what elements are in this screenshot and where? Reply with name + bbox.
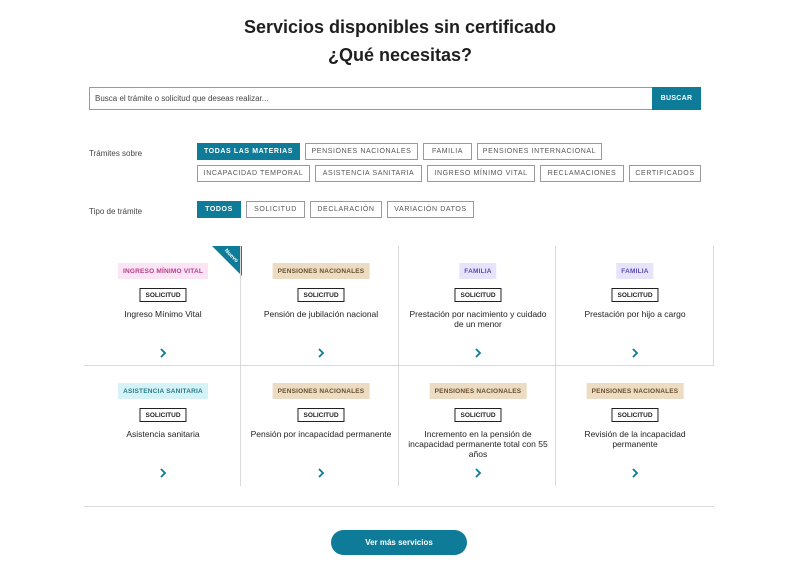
filter-chip-materia[interactable]: Familia bbox=[423, 143, 472, 160]
chevron-right-icon[interactable] bbox=[156, 346, 170, 360]
filter-chip-materia[interactable]: Pensiones internacional bbox=[477, 143, 602, 160]
show-more-button[interactable]: Ver más servicios bbox=[331, 530, 467, 555]
category-badge: PENSIONES NACIONALES bbox=[586, 383, 684, 399]
grid-divider bbox=[84, 365, 714, 366]
materias-filter-label: Trámites sobre bbox=[89, 149, 143, 158]
new-ribbon: Nuevo bbox=[212, 246, 242, 276]
filter-chip-materia[interactable]: Reclamaciones bbox=[540, 165, 624, 182]
filter-chip-tipo[interactable]: Variación datos bbox=[387, 201, 474, 218]
filter-chip-materia[interactable]: Todas las materias bbox=[197, 143, 300, 160]
filter-chip-tipo[interactable]: Solicitud bbox=[246, 201, 305, 218]
service-card[interactable]: PENSIONES NACIONALES SOLICITUD Pensión por… bbox=[242, 366, 400, 486]
chevron-right-icon[interactable] bbox=[314, 346, 328, 360]
grid-divider bbox=[713, 246, 714, 366]
service-card[interactable]: INGRESO MÍNIMO VITAL SOLICITUD Ingreso Mín… bbox=[84, 246, 242, 366]
category-badge: FAMILIA bbox=[459, 263, 497, 279]
tipo-filter-label: Tipo de trámite bbox=[89, 207, 143, 216]
filter-chip-materia[interactable]: Ingreso mínimo vital bbox=[427, 165, 535, 182]
type-badge: SOLICITUD bbox=[611, 408, 659, 422]
filter-chip-materia[interactable]: Incapacidad temporal bbox=[197, 165, 310, 182]
category-badge: ASISTENCIA SANITARIA bbox=[118, 383, 208, 399]
search-input[interactable] bbox=[89, 87, 653, 110]
search-button[interactable]: BUSCAR bbox=[652, 87, 701, 110]
grid-divider bbox=[555, 246, 556, 486]
type-badge: SOLICITUD bbox=[454, 288, 502, 302]
service-card[interactable]: FAMILIA SOLICITUD Prestación por nacimient… bbox=[399, 246, 557, 366]
page-title: Servicios disponibles sin certificado bbox=[243, 17, 557, 37]
type-badge: SOLICITUD bbox=[139, 288, 187, 302]
service-name: Prestación por nacimiento y cuidado de u… bbox=[409, 309, 547, 329]
service-name: Revisión de la incapacidad permanente bbox=[584, 429, 686, 449]
type-badge: SOLICITUD bbox=[611, 288, 659, 302]
services-grid: INGRESO MÍNIMO VITAL SOLICITUD Ingreso Mín… bbox=[84, 246, 714, 486]
chevron-right-icon[interactable] bbox=[471, 466, 485, 480]
grid-divider bbox=[398, 246, 399, 486]
type-badge: SOLICITUD bbox=[454, 408, 502, 422]
service-card[interactable]: PENSIONES NACIONALES SOLICITUD Incremento … bbox=[399, 366, 557, 486]
type-badge: SOLICITUD bbox=[297, 408, 345, 422]
service-name: Asistencia sanitaria bbox=[126, 429, 200, 439]
category-badge: FAMILIA bbox=[616, 263, 654, 279]
filter-chip-tipo[interactable]: Declaración bbox=[310, 201, 382, 218]
filter-chip-materia[interactable]: Pensiones nacionales bbox=[305, 143, 418, 160]
service-card[interactable]: FAMILIA SOLICITUD Prestación por hijo a ca… bbox=[556, 246, 714, 366]
chevron-right-icon[interactable] bbox=[628, 346, 642, 360]
category-badge: PENSIONES NACIONALES bbox=[429, 383, 527, 399]
filter-chip-materia[interactable]: Asistencia sanitaria bbox=[315, 165, 422, 182]
service-card[interactable]: ASISTENCIA SANITARIA SOLICITUD Asistencia … bbox=[84, 366, 242, 486]
service-name: Pensión por incapacidad permanente bbox=[250, 429, 392, 439]
chevron-right-icon[interactable] bbox=[471, 346, 485, 360]
section-divider bbox=[84, 506, 714, 507]
service-card[interactable]: PENSIONES NACIONALES SOLICITUD Revisión de… bbox=[556, 366, 714, 486]
type-badge: SOLICITUD bbox=[297, 288, 345, 302]
filter-chip-materia[interactable]: Certificados bbox=[629, 165, 701, 182]
category-badge: PENSIONES NACIONALES bbox=[272, 263, 370, 279]
category-badge: PENSIONES NACIONALES bbox=[272, 383, 370, 399]
category-badge: INGRESO MÍNIMO VITAL bbox=[117, 263, 209, 279]
page-subtitle: ¿Qué necesitas? bbox=[327, 45, 473, 65]
chevron-right-icon[interactable] bbox=[314, 466, 328, 480]
filter-chip-tipo[interactable]: Todos bbox=[197, 201, 241, 218]
service-card[interactable]: PENSIONES NACIONALES SOLICITUD Pensión de … bbox=[242, 246, 400, 366]
service-name: Ingreso Mínimo Vital bbox=[124, 309, 202, 319]
chevron-right-icon[interactable] bbox=[156, 466, 170, 480]
service-name: Incremento en la pensión de incapacidad … bbox=[408, 429, 548, 459]
grid-divider bbox=[240, 246, 241, 486]
chevron-right-icon[interactable] bbox=[628, 466, 642, 480]
search-bar: BUSCAR bbox=[89, 87, 701, 110]
type-badge: SOLICITUD bbox=[139, 408, 187, 422]
service-name: Pensión de jubilación nacional bbox=[263, 309, 379, 319]
service-name: Prestación por hijo a cargo bbox=[584, 309, 686, 319]
